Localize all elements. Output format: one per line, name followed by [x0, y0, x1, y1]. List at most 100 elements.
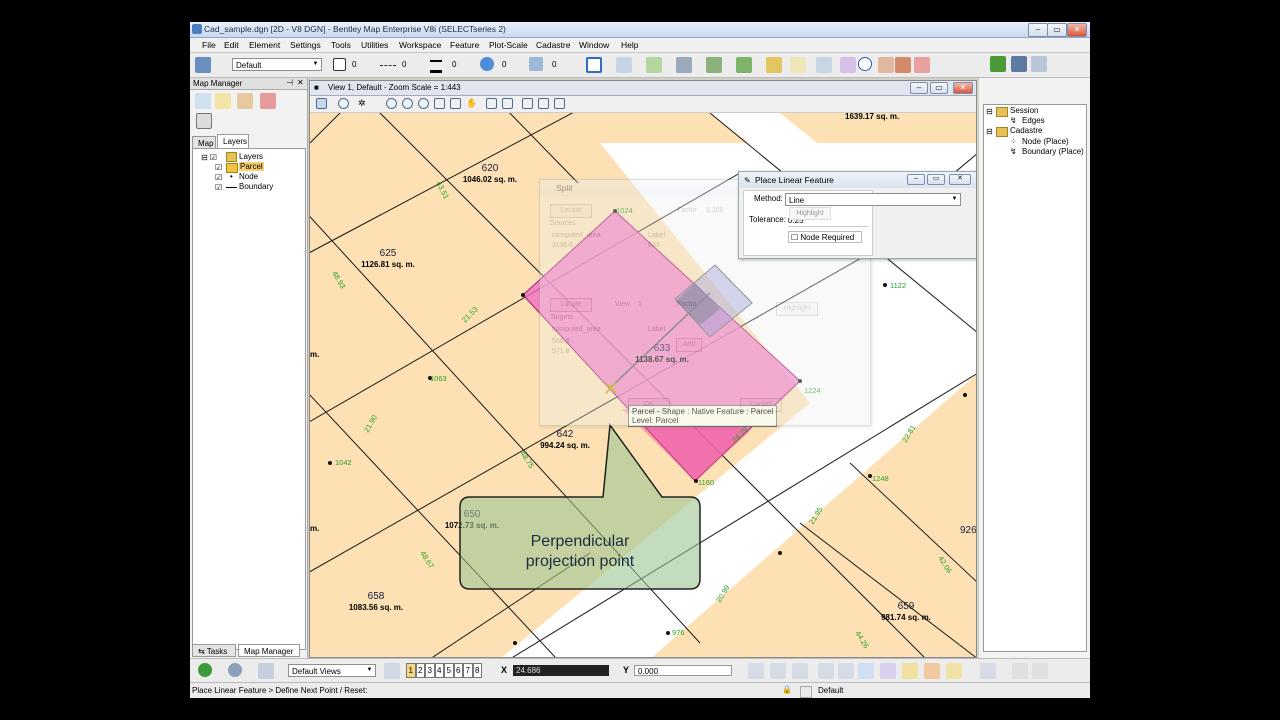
corner-icon[interactable] [818, 663, 834, 679]
numbering-icon[interactable] [858, 663, 874, 679]
split-cancel-button[interactable]: Cancel [740, 398, 782, 412]
view-5-button[interactable]: 5 [444, 663, 454, 678]
x-coordinate-field[interactable]: 24.686 [513, 665, 609, 676]
view-1-button[interactable]: 1 [406, 663, 416, 678]
line-tool-icon[interactable] [1032, 663, 1048, 679]
copy-view-icon[interactable] [522, 98, 533, 109]
menu-utilities[interactable]: Utilities [361, 40, 388, 50]
menu-settings[interactable]: Settings [290, 40, 321, 50]
topology-icon[interactable] [840, 57, 856, 73]
pin-icon[interactable]: ⊣ [286, 78, 293, 87]
zoom-out-icon[interactable] [402, 98, 413, 109]
layers-icon[interactable] [195, 57, 211, 73]
menu-file[interactable]: File [202, 40, 216, 50]
view-6-button[interactable]: 6 [453, 663, 463, 678]
view-minimize-button[interactable]: – [910, 82, 928, 94]
draw-icon[interactable] [895, 57, 911, 73]
lock-icon[interactable]: 🔒 [782, 685, 792, 694]
tree-item-parcel[interactable]: Parcel [239, 162, 264, 171]
view-next-icon[interactable] [502, 98, 513, 109]
tree-expander[interactable]: ⊟ ☑ [201, 153, 217, 162]
new-map-icon[interactable] [195, 93, 211, 109]
snap-icon[interactable] [748, 663, 764, 679]
tree-item-cadastre[interactable]: Cadastre [1010, 126, 1042, 135]
view-maximize-button[interactable]: ▭ [930, 82, 948, 94]
angle-icon[interactable] [838, 663, 854, 679]
zoom-in-icon[interactable] [386, 98, 397, 109]
camera-icon[interactable] [538, 98, 549, 109]
layer-stack-icon[interactable] [766, 57, 782, 73]
display-style-icon[interactable] [554, 98, 565, 109]
pan-icon[interactable]: ✋ [466, 98, 477, 109]
menu-tools[interactable]: Tools [331, 40, 351, 50]
parcel-tool-icon[interactable] [880, 663, 896, 679]
dialog-minimize-button[interactable]: – [907, 174, 925, 185]
split-tool-icon[interactable] [924, 663, 940, 679]
view-7-button[interactable]: 7 [463, 663, 473, 678]
window-area-icon[interactable] [418, 98, 429, 109]
minimize-button[interactable]: – [1028, 23, 1048, 37]
view-3-button[interactable]: 3 [425, 663, 435, 678]
update-view-icon[interactable] [338, 98, 349, 109]
line-weight-icon[interactable] [430, 60, 442, 73]
node-required-checkbox[interactable]: ☐ Node Required [788, 231, 862, 243]
merge-icon[interactable] [902, 663, 918, 679]
fence-icon[interactable] [616, 57, 632, 73]
tree-item-boundary[interactable]: Boundary [239, 182, 273, 191]
view-attributes-icon[interactable] [316, 98, 327, 109]
boundary-checkbox[interactable]: ☑ [215, 183, 222, 192]
dialog-maximize-button[interactable]: ▭ [927, 174, 945, 185]
table-icon[interactable] [196, 113, 212, 129]
measure-icon[interactable] [770, 663, 786, 679]
view-previous-icon[interactable] [486, 98, 497, 109]
forward-icon[interactable] [228, 663, 242, 677]
pen-icon[interactable] [990, 56, 1006, 72]
status-model-icon[interactable] [800, 686, 812, 698]
menu-element[interactable]: Element [249, 40, 280, 50]
dialog-close-button[interactable]: ✕ [949, 174, 971, 185]
tab-map-manager[interactable]: Map Manager [238, 644, 300, 657]
level-combo[interactable]: Default ▼ [232, 58, 322, 71]
close-button[interactable]: ✕ [1067, 23, 1087, 37]
view-groups-icon[interactable] [384, 663, 400, 679]
tab-layers[interactable]: Layers [217, 134, 249, 149]
locate-sources-button[interactable]: Locate [550, 204, 592, 218]
place-highlight-button[interactable]: Highlight [789, 207, 831, 220]
database-icon[interactable] [1011, 56, 1027, 72]
attach-icon[interactable] [646, 57, 662, 73]
add-button[interactable]: Add [676, 338, 702, 352]
maximize-button[interactable]: ▭ [1047, 23, 1067, 37]
info-icon[interactable] [858, 57, 872, 71]
menu-cadastre[interactable]: Cadastre [536, 40, 571, 50]
edit-icon[interactable] [878, 57, 894, 73]
menu-workspace[interactable]: Workspace [399, 40, 441, 50]
view-4-button[interactable]: 4 [434, 663, 444, 678]
save-map-icon[interactable] [237, 93, 253, 109]
tree-item-edges[interactable]: Edges [1022, 116, 1045, 125]
binoculars-icon[interactable] [1031, 56, 1047, 72]
tool-settings-icon[interactable] [258, 663, 274, 679]
query-icon[interactable] [816, 57, 832, 73]
remove-map-icon[interactable] [260, 93, 276, 109]
tree-item-boundary-place[interactable]: Boundary (Place) [1022, 147, 1084, 156]
rotate-view-icon[interactable] [450, 98, 461, 109]
ruler-icon[interactable] [792, 663, 808, 679]
split-highlight-button[interactable]: Highlight [776, 302, 818, 316]
line-style-icon[interactable] [380, 65, 396, 66]
menu-help[interactable]: Help [621, 40, 638, 50]
session-expander[interactable]: ⊟ [986, 107, 993, 116]
fit-view-icon[interactable] [434, 98, 445, 109]
open-map-icon[interactable] [215, 93, 231, 109]
crosshair-icon[interactable] [1012, 663, 1028, 679]
adjust-icon[interactable] [946, 663, 962, 679]
view-8-button[interactable]: 8 [472, 663, 482, 678]
parcel-checkbox[interactable]: ☑ [215, 163, 222, 172]
view-2-button[interactable]: 2 [415, 663, 425, 678]
priority-icon[interactable] [529, 57, 543, 71]
delete-icon[interactable] [914, 57, 930, 73]
analysis-icon[interactable] [790, 57, 806, 73]
panel-close-icon[interactable]: ✕ [297, 78, 304, 87]
cloud-icon[interactable] [676, 57, 692, 73]
color-icon[interactable] [333, 58, 346, 71]
menu-edit[interactable]: Edit [224, 40, 239, 50]
